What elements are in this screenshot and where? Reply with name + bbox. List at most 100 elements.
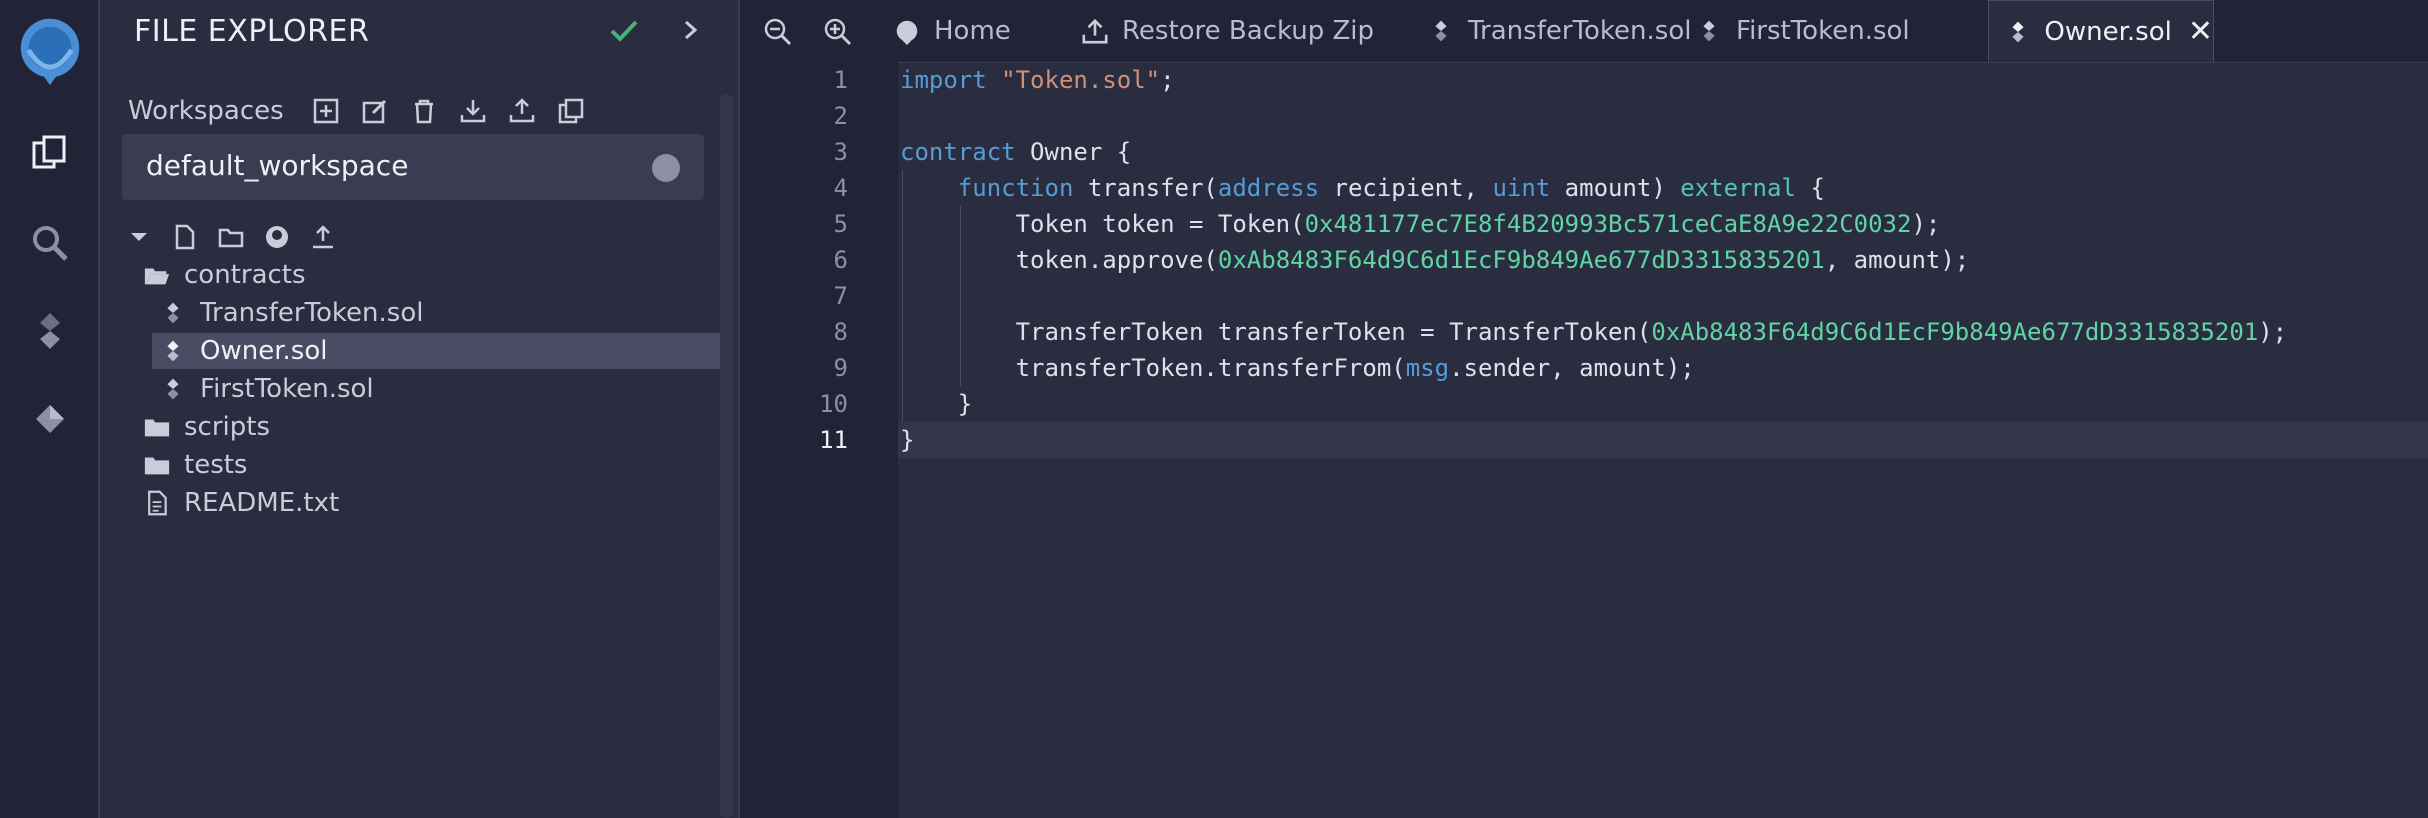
create-workspace-icon[interactable]: [306, 92, 345, 130]
side-panel-scrollbar[interactable]: [720, 94, 734, 818]
zoom-out-icon[interactable]: [760, 14, 796, 50]
solidity-icon: [158, 336, 188, 366]
deploy-run-icon[interactable]: [25, 394, 75, 444]
code-token: );: [2258, 318, 2288, 346]
tree-item-label: TransferToken.sol: [200, 298, 424, 328]
code-token: recipient,: [1319, 174, 1493, 202]
text-file-icon: [142, 488, 172, 518]
tree-folder-scripts[interactable]: scripts: [142, 409, 702, 445]
tree-file-owner[interactable]: Owner.sol: [152, 333, 720, 369]
solidity-icon: [1694, 16, 1724, 46]
rename-workspace-icon[interactable]: [355, 92, 394, 130]
folder-icon: [142, 412, 172, 442]
activity-bar: [0, 0, 100, 818]
code-token: token.approve(: [900, 246, 1218, 274]
code-token: }: [900, 426, 915, 454]
workspaces-label: Workspaces: [128, 96, 284, 126]
home-icon: [892, 16, 922, 46]
code-token: TransferToken transferToken = TransferTo…: [900, 318, 1652, 346]
check-icon: [608, 14, 640, 46]
caret-down-icon[interactable]: [122, 220, 156, 254]
upload-icon: [1080, 16, 1110, 46]
new-folder-icon[interactable]: [214, 220, 248, 254]
tree-folder-contracts[interactable]: contracts: [142, 257, 702, 293]
close-tab-icon[interactable]: ✕: [2188, 14, 2213, 49]
file-explorer-icon[interactable]: [25, 128, 75, 178]
tree-item-label: contracts: [184, 260, 306, 290]
code-token: 0xAb8483F64d9C6d1EcF9b849Ae677dD33158352…: [1217, 246, 1825, 274]
line-number: 6: [833, 246, 848, 274]
file-explorer-panel: FILE EXPLORER Workspaces default_workspa…: [100, 0, 740, 818]
line-number: 11: [819, 426, 848, 454]
download-workspace-icon[interactable]: [453, 92, 492, 130]
new-file-icon[interactable]: [168, 220, 202, 254]
restore-workspace-icon[interactable]: [502, 92, 541, 130]
code-token: uint: [1492, 174, 1551, 202]
code-line: }: [900, 390, 972, 418]
code-token: address: [1217, 174, 1320, 202]
upload-file-icon[interactable]: [306, 220, 340, 254]
line-number: 8: [833, 318, 848, 346]
tab-home[interactable]: Home: [892, 0, 1011, 62]
code-line: Token token = Token(0x481177ec7E8f4B2099…: [900, 210, 1941, 238]
folder-icon: [142, 450, 172, 480]
code-token: contract: [900, 138, 1016, 166]
line-number: 10: [819, 390, 848, 418]
remix-logo-icon[interactable]: [10, 10, 90, 90]
tab-transfertoken[interactable]: TransferToken.sol: [1426, 0, 1691, 62]
zoom-in-icon[interactable]: [820, 14, 856, 50]
line-number: 5: [833, 210, 848, 238]
code-token: amount): [1550, 174, 1681, 202]
line-number: 7: [833, 282, 848, 310]
tree-file-transfertoken[interactable]: TransferToken.sol: [158, 295, 704, 331]
solidity-icon: [2003, 17, 2032, 47]
tab-label: Owner.sol: [2044, 16, 2172, 47]
tab-firsttoken[interactable]: FirstToken.sol: [1694, 0, 1910, 62]
line-number: 3: [833, 138, 848, 166]
folder-open-icon: [142, 260, 172, 290]
tab-label: Home: [934, 16, 1011, 46]
workspace-select[interactable]: default_workspace: [122, 134, 704, 200]
chevron-right-icon[interactable]: [675, 14, 707, 46]
solidity-icon: [158, 374, 188, 404]
code-token: 0x481177ec7E8f4B20993Bc571ceCaE8A9e22C00…: [1304, 210, 1912, 238]
tab-owner[interactable]: Owner.sol ✕: [1988, 0, 2214, 62]
delete-workspace-icon[interactable]: [404, 92, 443, 130]
code-line: transferToken.transferFrom(msg.sender, a…: [900, 354, 1695, 382]
indent-guide: [902, 170, 903, 422]
solidity-compiler-icon[interactable]: [25, 306, 75, 356]
tab-label: TransferToken.sol: [1468, 16, 1692, 46]
tab-label: Restore Backup Zip: [1122, 16, 1375, 46]
github-icon[interactable]: [260, 220, 294, 254]
code-token: function: [957, 174, 1074, 202]
search-icon[interactable]: [25, 218, 75, 268]
clone-workspace-icon[interactable]: [551, 92, 590, 130]
solidity-icon: [158, 298, 188, 328]
line-number: 9: [833, 354, 848, 382]
code-token: {: [1795, 174, 1825, 202]
workspace-actions: [306, 92, 590, 130]
code-line: import "Token.sol";: [900, 66, 1175, 94]
tab-restore-backup-zip[interactable]: Restore Backup Zip: [1080, 0, 1374, 62]
code-token: msg: [1405, 354, 1450, 382]
tree-item-label: FirstToken.sol: [200, 374, 374, 404]
code-token: }: [900, 390, 973, 418]
current-line-highlight: [898, 422, 2428, 458]
tree-file-firsttoken[interactable]: FirstToken.sol: [158, 371, 704, 407]
select-toggle-icon: [652, 154, 680, 182]
code-token: transferToken.transferFrom(: [900, 354, 1406, 382]
tree-folder-tests[interactable]: tests: [142, 447, 702, 483]
tree-item-label: tests: [184, 450, 248, 480]
code-token: "Token.sol": [1001, 66, 1161, 94]
code-token: .sender, amount);: [1449, 354, 1695, 382]
code-line: token.approve(0xAb8483F64d9C6d1EcF9b849A…: [900, 246, 1970, 274]
workspace-select-value: default_workspace: [146, 149, 409, 182]
editor-area: Home Restore Backup Zip TransferToken.so…: [740, 0, 2428, 818]
tree-file-readme[interactable]: README.txt: [142, 485, 702, 521]
code-token: Token token = Token(: [900, 210, 1305, 238]
code-token: Owner {: [1015, 138, 1132, 166]
code-line: contract Owner {: [900, 138, 1131, 166]
code-token: ;: [1160, 66, 1175, 94]
